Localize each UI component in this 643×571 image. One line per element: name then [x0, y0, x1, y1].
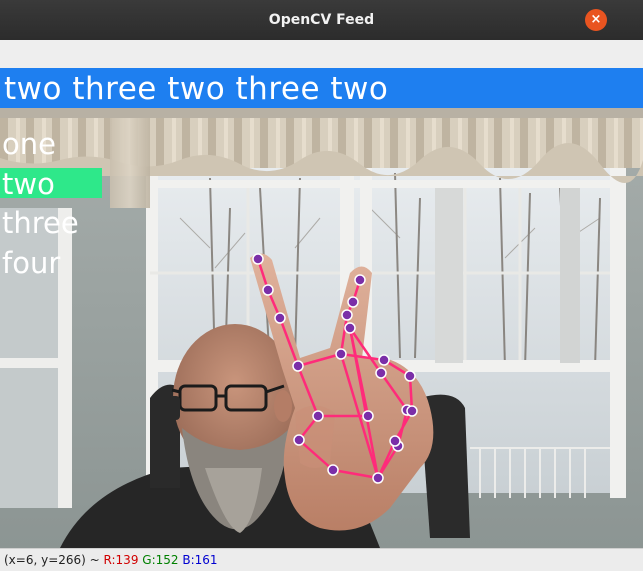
- hand-landmark: [406, 405, 418, 417]
- hand-landmark: [389, 435, 401, 447]
- toolbar-area: [0, 40, 643, 69]
- camera-frame: [0, 68, 643, 548]
- pixel-r-value: R:139: [103, 553, 139, 567]
- close-button[interactable]: ×: [585, 9, 607, 31]
- title-bar[interactable]: OpenCV Feed ×: [0, 0, 643, 41]
- hand-landmark: [262, 284, 274, 296]
- window-title: OpenCV Feed: [268, 12, 375, 28]
- hand-landmark: [354, 274, 366, 286]
- hand-landmark: [404, 370, 416, 382]
- menu-item-two: two: [2, 167, 55, 201]
- pixel-g-value: G:152: [142, 553, 179, 567]
- menu-item-three: three: [2, 206, 79, 240]
- hand-landmark: [292, 360, 304, 372]
- hand-landmark: [372, 472, 384, 484]
- hand-landmark: [335, 348, 347, 360]
- hand-landmark: [293, 434, 305, 446]
- hand-landmark: [378, 354, 390, 366]
- cursor-coords: (x=6, y=266) ~: [4, 553, 104, 567]
- opencv-window: OpenCV Feed × two three two three two on…: [0, 0, 643, 571]
- close-icon: ×: [590, 12, 602, 27]
- hand-landmark: [362, 410, 374, 422]
- video-feed[interactable]: [0, 68, 643, 548]
- hand-landmark: [252, 253, 264, 265]
- hand-landmark: [312, 410, 324, 422]
- hand-landmark: [341, 309, 353, 321]
- hand-landmark: [327, 464, 339, 476]
- hand-landmark: [344, 322, 356, 334]
- hand-landmark: [375, 367, 387, 379]
- hand-landmark: [274, 312, 286, 324]
- pixel-b-value: B:161: [182, 553, 218, 567]
- status-bar: (x=6, y=266) ~ R:139 G:152 B:161: [0, 548, 643, 571]
- menu-item-four: four: [2, 246, 61, 280]
- menu-item-one: one: [2, 127, 56, 161]
- gesture-history-banner: two three two three two: [4, 71, 389, 107]
- hand-landmark: [347, 296, 359, 308]
